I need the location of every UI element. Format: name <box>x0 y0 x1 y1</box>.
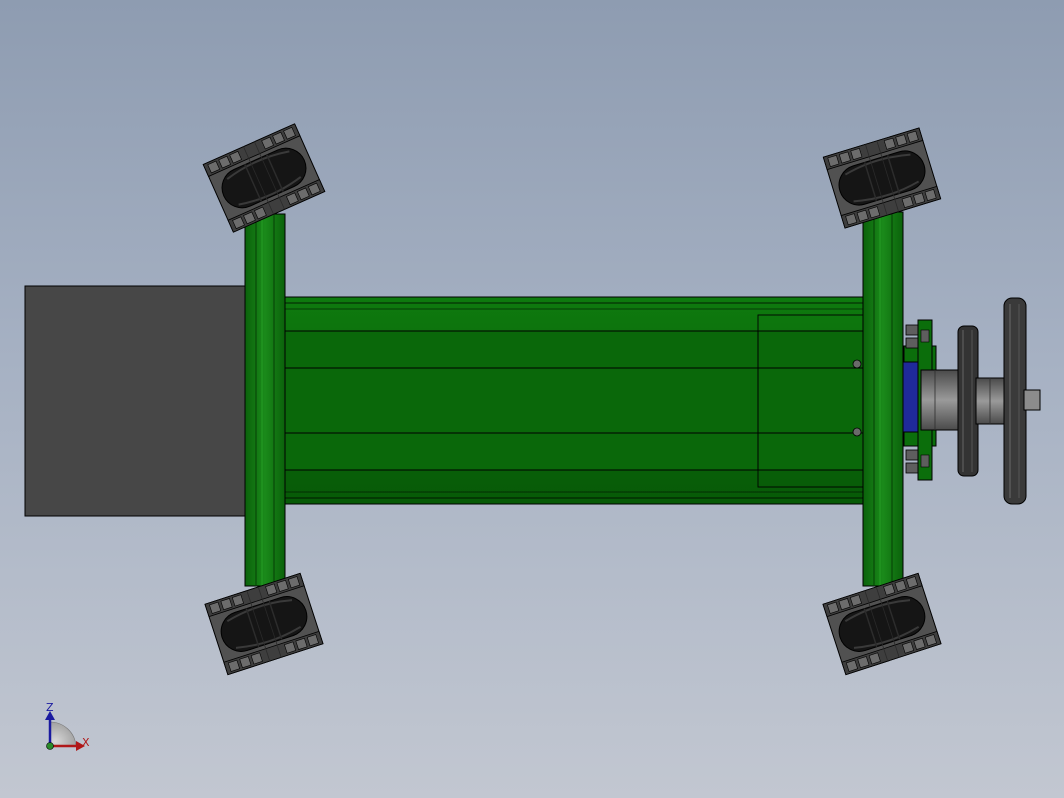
right-cross-post[interactable] <box>862 211 904 587</box>
mecanum-wheel-front-left[interactable] <box>202 122 326 234</box>
left-cross-post[interactable] <box>244 213 286 587</box>
main-beam[interactable] <box>255 296 897 505</box>
assembly-drawing[interactable]: Z X <box>0 0 1064 798</box>
mecanum-wheel-rear-right[interactable] <box>822 572 942 676</box>
cad-viewport[interactable]: Z X <box>0 0 1064 798</box>
mecanum-wheel-rear-left[interactable] <box>204 572 324 676</box>
triad-z-label: Z <box>46 701 54 714</box>
triad-x-label: X <box>82 736 90 749</box>
coordinate-triad-icon: Z X <box>45 701 90 751</box>
pulley-assembly[interactable] <box>902 297 1041 505</box>
motor-block[interactable] <box>24 285 248 517</box>
mecanum-wheel-front-right[interactable] <box>822 126 942 230</box>
